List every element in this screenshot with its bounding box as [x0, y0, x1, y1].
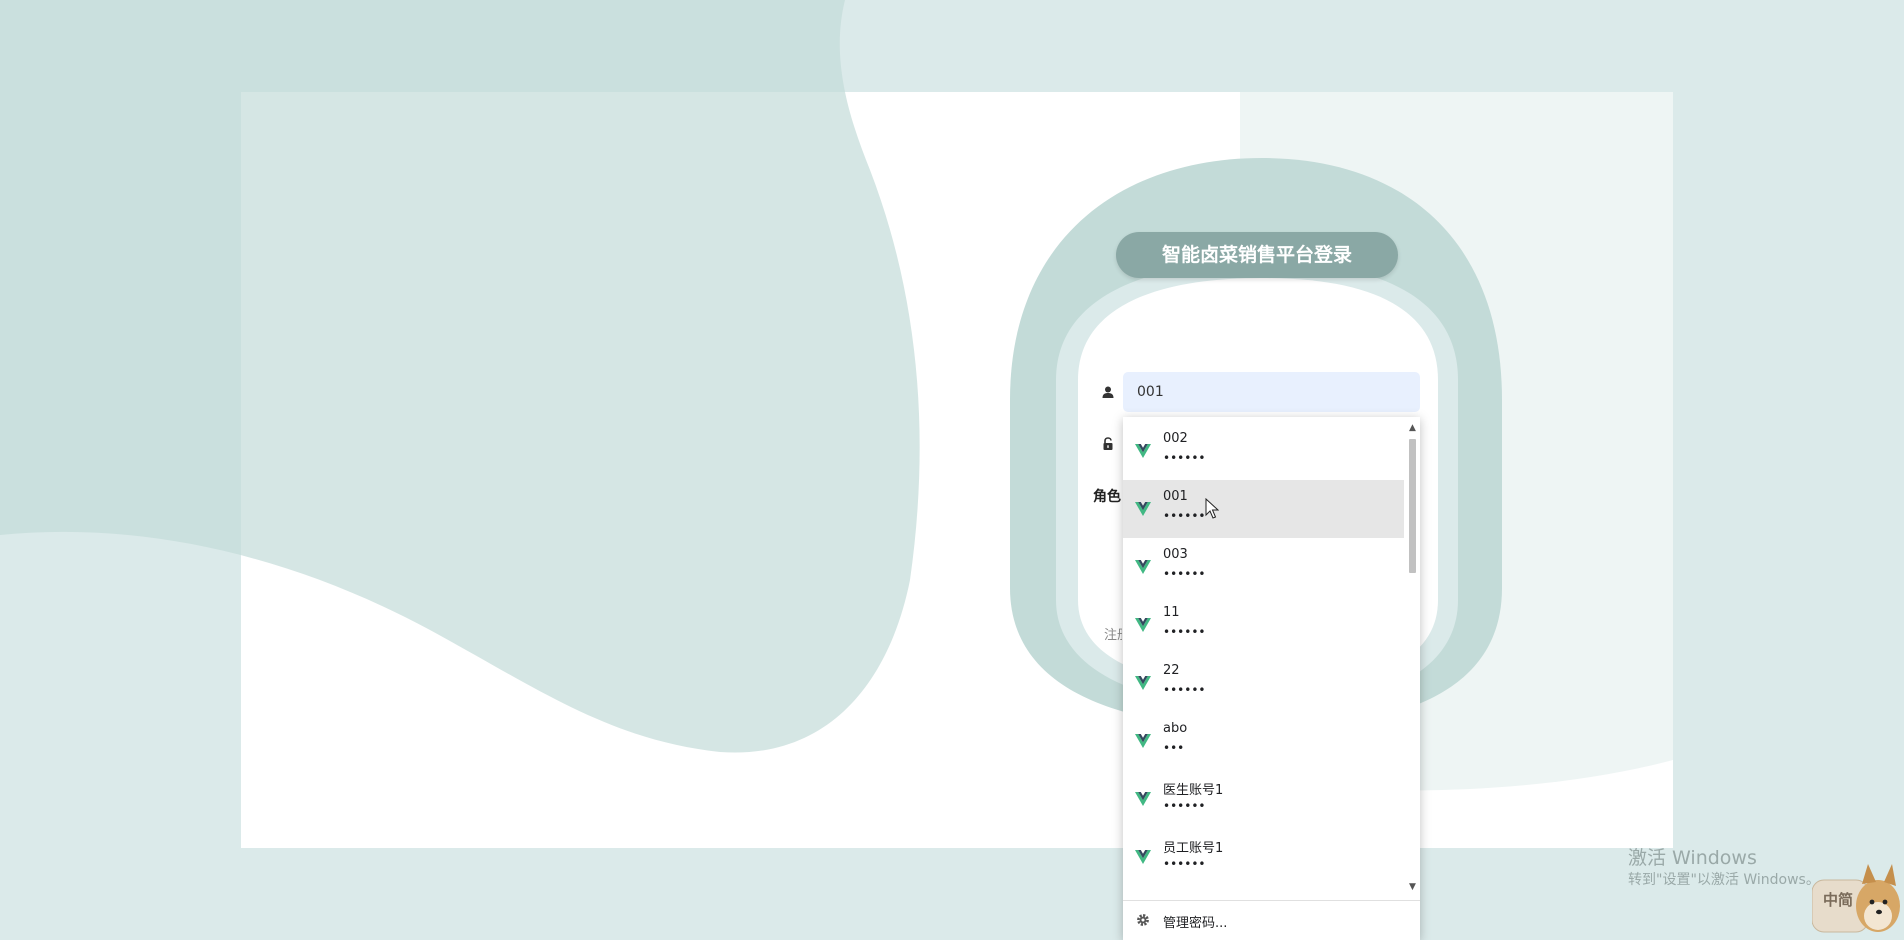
autofill-username: 002 — [1163, 431, 1188, 446]
autofill-item[interactable]: 医生账号1 •••••• — [1123, 770, 1404, 828]
autofill-item[interactable]: 002 •••••• — [1123, 422, 1404, 480]
vue-logo-icon — [1135, 734, 1151, 748]
autofill-username: 11 — [1163, 605, 1180, 620]
scrollbar-thumb[interactable] — [1409, 439, 1416, 573]
autofill-password: ••• — [1163, 741, 1185, 755]
windows-activation-title: 激活 Windows — [1628, 847, 1757, 869]
autofill-item[interactable]: abo ••• — [1123, 712, 1404, 770]
dropdown-scrollbar[interactable]: ▲ ▼ — [1405, 421, 1420, 894]
vue-logo-icon — [1135, 676, 1151, 690]
login-title: 智能卤菜销售平台登录 — [1116, 232, 1398, 278]
autofill-password: •••••• — [1163, 857, 1206, 871]
vue-logo-icon — [1135, 850, 1151, 864]
autofill-password: •••••• — [1163, 625, 1206, 639]
autofill-item[interactable]: 22 •••••• — [1123, 654, 1404, 712]
autofill-item[interactable]: 003 •••••• — [1123, 538, 1404, 596]
manage-passwords-label: 管理密码... — [1163, 916, 1228, 931]
gear-icon — [1137, 914, 1149, 926]
autofill-username: 001 — [1163, 489, 1188, 504]
background-shapes — [0, 0, 1904, 940]
autofill-username: 003 — [1163, 547, 1188, 562]
register-link[interactable]: 注册 — [1104, 624, 1122, 643]
autofill-item[interactable]: 11 •••••• — [1123, 596, 1404, 654]
autofill-list: 002 •••••• 001 •••••• 003 •••••• 11 •••••• 22 •••… — [1123, 422, 1404, 886]
ime-mode-label: 中简 — [1823, 891, 1854, 909]
autofill-password: •••••• — [1163, 509, 1206, 523]
autofill-password: •••••• — [1163, 567, 1206, 581]
vue-logo-icon — [1135, 444, 1151, 458]
autofill-username: 员工账号1 — [1163, 841, 1224, 856]
autofill-username: 22 — [1163, 663, 1180, 678]
autofill-password: •••••• — [1163, 799, 1206, 813]
windows-activation-subtitle: 转到"设置"以激活 Windows。 — [1628, 872, 1820, 888]
scroll-down-icon[interactable]: ▼ — [1405, 880, 1420, 894]
vue-logo-icon — [1135, 560, 1151, 574]
autofill-password: •••••• — [1163, 683, 1206, 697]
autofill-item[interactable]: 员工账号1 •••••• — [1123, 828, 1404, 886]
autofill-password: •••••• — [1163, 451, 1206, 465]
lock-icon — [1103, 437, 1113, 450]
role-label: 角色 — [1093, 489, 1121, 505]
password-autofill-dropdown: 002 •••••• 001 •••••• 003 •••••• 11 •••••• 22 •••… — [1123, 417, 1420, 940]
autofill-username: abo — [1163, 721, 1188, 736]
vue-logo-icon — [1135, 502, 1151, 516]
vue-logo-icon — [1135, 792, 1151, 806]
username-input[interactable] — [1123, 372, 1420, 412]
user-icon — [1102, 386, 1114, 398]
autofill-item[interactable]: 001 •••••• — [1123, 480, 1404, 538]
autofill-username: 医生账号1 — [1163, 783, 1224, 798]
scroll-up-icon[interactable]: ▲ — [1405, 421, 1420, 435]
mouse-cursor-icon — [1205, 498, 1219, 519]
vue-logo-icon — [1135, 618, 1151, 632]
manage-passwords-button[interactable]: 管理密码... — [1123, 900, 1420, 940]
